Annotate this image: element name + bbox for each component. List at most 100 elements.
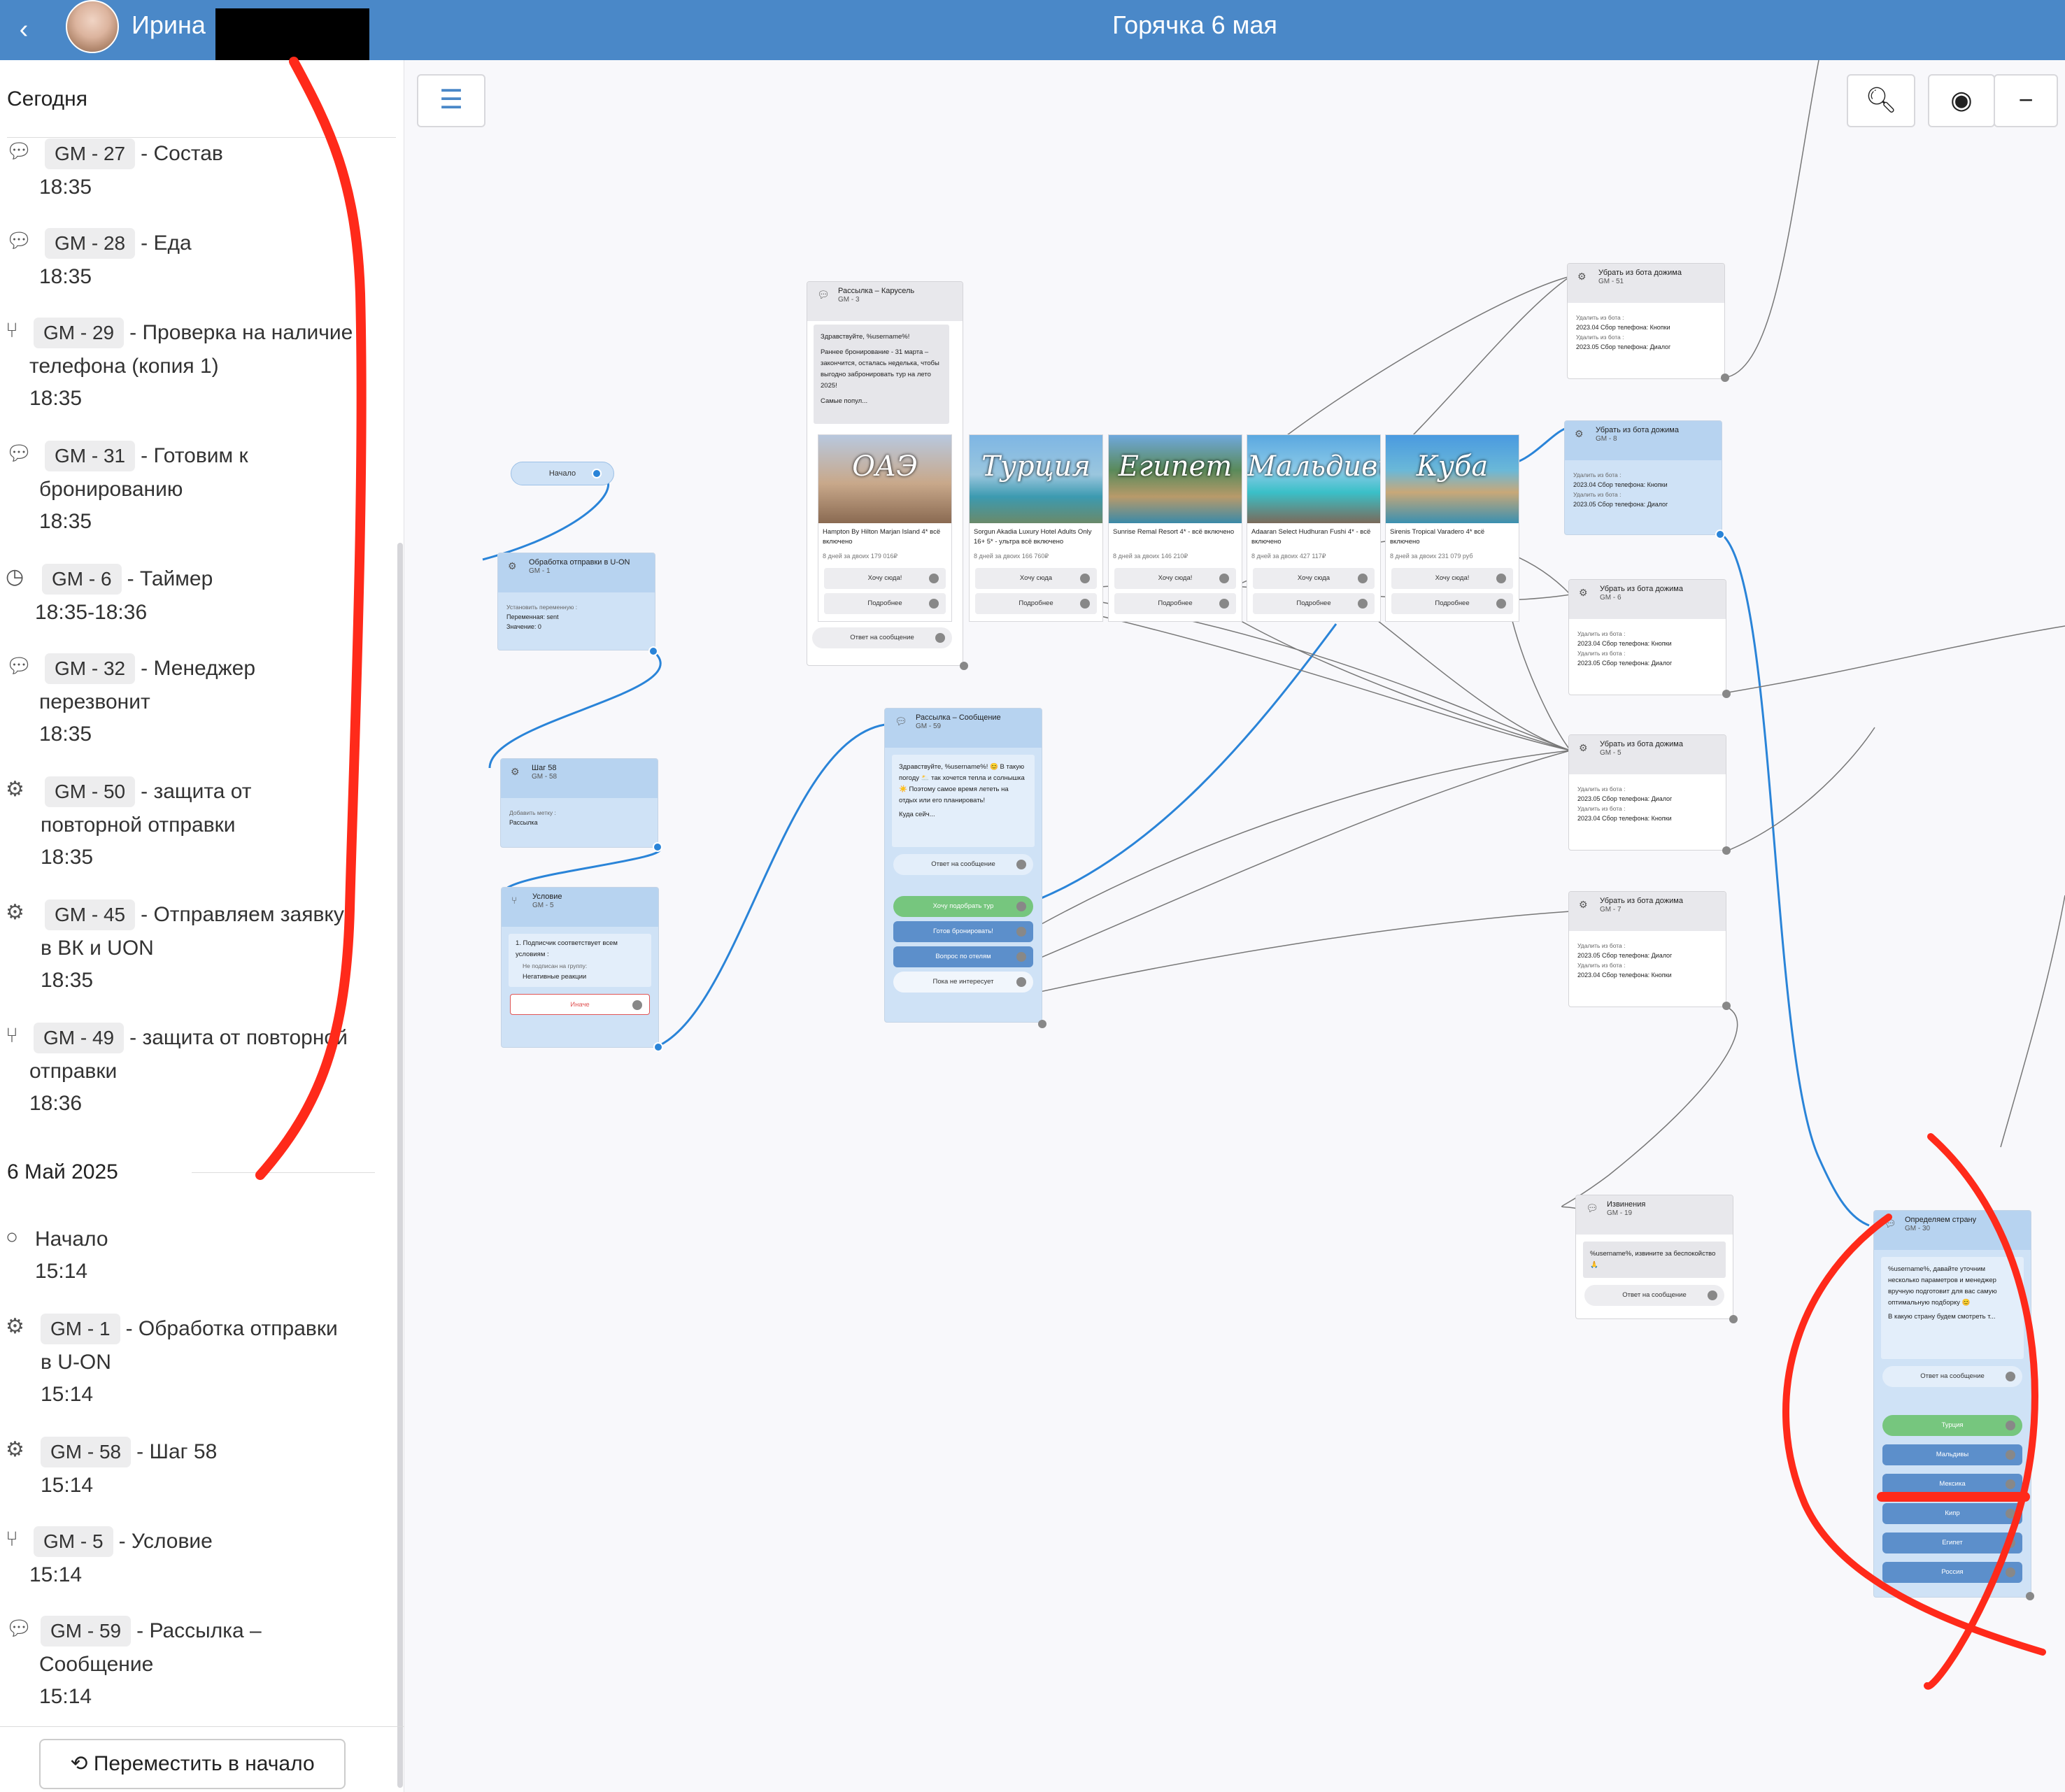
target-icon[interactable]: ◉ xyxy=(1928,74,1995,127)
reply-button[interactable]: Ответ на сообщение xyxy=(893,854,1033,875)
node-gm-30-country[interactable]: 💬︎ Определяем страну GM - 30 %username%, д… xyxy=(1873,1210,2031,1598)
wire xyxy=(1724,727,1875,853)
gears-icon: ⚙ xyxy=(1575,428,1584,439)
node-gm-5-remove[interactable]: ⚙ Убрать из бота дожима GM - 5 Удалить из … xyxy=(1568,734,1726,851)
node-code: GM - 3 xyxy=(838,296,860,304)
card-button-want[interactable]: Хочу сюда! xyxy=(1114,568,1236,589)
node-code: GM - 6 xyxy=(1600,594,1622,602)
node-title: Определяем страну xyxy=(1905,1216,1977,1224)
carousel-card-egypt[interactable]: Египет Sunrise Remal Resort 4* - всё вкл… xyxy=(1108,434,1242,622)
card-button-details[interactable]: Подробнее xyxy=(824,593,946,614)
node-gm-1[interactable]: ⚙ Обработка отправки в U-ON GM - 1 Установ… xyxy=(497,553,655,650)
minus-icon[interactable]: − xyxy=(1994,74,2058,127)
country-button-maldives[interactable]: Мальдивы xyxy=(1882,1444,2022,1465)
card-button-details[interactable]: Подробнее xyxy=(1114,593,1236,614)
card-button-want[interactable]: Хочу сюда xyxy=(1253,568,1375,589)
card-button-want[interactable]: Хочу сюда! xyxy=(1391,568,1513,589)
connector-dot[interactable] xyxy=(2026,1592,2034,1600)
node-code: GM - 1 xyxy=(529,567,551,575)
message-text: В какую страну будем смотреть т... xyxy=(1888,1313,1996,1321)
carousel-card-uae[interactable]: ОАЭ Hampton By Hilton Marjan Island 4* в… xyxy=(818,434,952,622)
node-value: Переменная: sent xyxy=(506,613,559,620)
wire xyxy=(1727,625,2065,693)
button-not-interested[interactable]: Пока не интересует xyxy=(893,972,1033,993)
node-gm-51[interactable]: ⚙ Убрать из бота дожима GM - 51 Удалить из… xyxy=(1567,263,1725,379)
connector-dot[interactable] xyxy=(1038,1020,1046,1028)
connector-dot[interactable] xyxy=(1722,690,1731,698)
node-label: Удалить из бота : xyxy=(1576,334,1624,341)
card-caption: Мальдивы xyxy=(1247,450,1380,483)
node-code: GM - 19 xyxy=(1607,1209,1633,1217)
condition-text: 1. Подписчик соответствует всем условиям… xyxy=(516,939,618,958)
button-ready-to-book[interactable]: Готов бронировать! xyxy=(893,921,1033,942)
card-button-want[interactable]: Хочу сюда! xyxy=(824,568,946,589)
node-value: 2023.05 Сбор телефона: Диалог xyxy=(1576,343,1671,350)
node-label: Удалить из бота : xyxy=(1573,471,1622,478)
card-button-details[interactable]: Подробнее xyxy=(1253,593,1375,614)
chat-bubble-icon: 💬︎ xyxy=(1884,1218,1896,1229)
node-gm-8[interactable]: ⚙ Убрать из бота дожима GM - 8 Удалить из … xyxy=(1564,420,1722,535)
connector-dot[interactable] xyxy=(960,662,968,670)
list-icon[interactable]: ☰ xyxy=(417,74,485,127)
app-root: ‹ Ирина Горячка 6 мая Сегодня 💬︎ GM - 27… xyxy=(0,0,2065,1792)
country-button-cyprus[interactable]: Кипр xyxy=(1882,1503,2022,1524)
carousel-card-maldives[interactable]: Мальдивы Adaaran Select Hudhuran Fushi 4… xyxy=(1247,434,1381,622)
connector-dot[interactable] xyxy=(1721,374,1729,382)
card-button-details[interactable]: Подробнее xyxy=(975,593,1097,614)
wire xyxy=(1724,59,1819,378)
node-value: 2023.04 Сбор телефона: Кнопки xyxy=(1573,481,1668,488)
connector-dot[interactable] xyxy=(653,1042,663,1052)
gears-icon: ⚙ xyxy=(508,560,517,571)
card-name: Hampton By Hilton Marjan Island 4* всё в… xyxy=(823,528,941,546)
search-icon[interactable]: 🔍︎ xyxy=(1847,74,1915,127)
reply-button[interactable]: Ответ на сообщение xyxy=(812,627,952,648)
connector-dot[interactable] xyxy=(1722,846,1731,855)
node-code: GM - 7 xyxy=(1600,906,1622,913)
node-title: Рассылка – Карусель xyxy=(838,287,915,295)
condition-sub: Не подписан на группу: xyxy=(523,962,588,969)
country-button-egypt[interactable]: Египет xyxy=(1882,1533,2022,1553)
node-gm-6[interactable]: ⚙ Убрать из бота дожима GM - 6 Удалить из … xyxy=(1568,579,1726,695)
node-title: Убрать из бота дожима xyxy=(1600,585,1683,593)
country-button-mexico[interactable]: Мексика xyxy=(1882,1474,2022,1495)
connector-dot[interactable] xyxy=(592,469,602,478)
node-label: Установить переменную : xyxy=(506,604,578,611)
wire xyxy=(1286,276,1571,436)
node-label: Удалить из бота : xyxy=(1577,650,1626,657)
node-gm-19[interactable]: 💬︎ Извинения GM - 19 %username%, извините … xyxy=(1575,1195,1733,1319)
reply-button[interactable]: Ответ на сообщение xyxy=(1882,1366,2022,1387)
card-name: Sirenis Tropical Varadero 4* всё включен… xyxy=(1390,528,1485,546)
country-button-russia[interactable]: Россия xyxy=(1882,1562,2022,1583)
node-value: 2023.05 Сбор телефона: Диалог xyxy=(1577,952,1673,959)
else-button[interactable]: Иначе xyxy=(510,994,650,1015)
wire xyxy=(1370,615,1571,751)
card-image: Куба xyxy=(1386,435,1519,523)
node-label: Удалить из бота : xyxy=(1577,942,1626,949)
node-code: GM - 51 xyxy=(1598,278,1624,285)
connector-dot[interactable] xyxy=(1715,529,1725,539)
node-value: 2023.04 Сбор телефона: Кнопки xyxy=(1577,972,1672,979)
node-gm-58[interactable]: ⚙ Шаг 58 GM - 58 Добавить метку : Рассылка xyxy=(500,758,658,848)
carousel-card-cuba[interactable]: Куба Sirenis Tropical Varadero 4* всё вк… xyxy=(1385,434,1519,622)
node-title: Убрать из бота дожима xyxy=(1598,269,1682,277)
connector-dot[interactable] xyxy=(1722,1002,1731,1010)
carousel-card-turkey[interactable]: Турция Sorgun Akadia Luxury Hotel Adults… xyxy=(969,434,1103,622)
connector-dot[interactable] xyxy=(648,646,658,656)
card-button-want[interactable]: Хочу сюда xyxy=(975,568,1097,589)
connector-dot[interactable] xyxy=(653,842,662,852)
card-button-details[interactable]: Подробнее xyxy=(1391,593,1513,614)
reply-button[interactable]: Ответ на сообщение xyxy=(1584,1285,1724,1306)
button-pick-tour[interactable]: Хочу подобрать тур xyxy=(893,896,1033,917)
node-gm-7[interactable]: ⚙ Убрать из бота дожима GM - 7 Удалить из … xyxy=(1568,891,1726,1007)
node-label: Удалить из бота : xyxy=(1577,630,1626,637)
node-value: 2023.05 Сбор телефона: Диалог xyxy=(1577,660,1673,667)
node-gm-59-message[interactable]: 💬︎ Рассылка – Сообщение GM - 59 Здравствуй… xyxy=(884,708,1042,1023)
node-value: 2023.04 Сбор телефона: Кнопки xyxy=(1577,640,1672,647)
connector-dot[interactable] xyxy=(1729,1315,1738,1323)
node-label: Добавить метку : xyxy=(509,809,556,816)
button-hotel-question[interactable]: Вопрос по отелям xyxy=(893,946,1033,967)
node-title: Убрать из бота дожима xyxy=(1596,426,1679,434)
country-button-turkey[interactable]: Турция xyxy=(1882,1415,2022,1436)
card-caption: Египет xyxy=(1118,450,1233,483)
node-gm-5-condition[interactable]: ⑂ Условие GM - 5 1. Подписчик соответствуе… xyxy=(501,887,659,1048)
